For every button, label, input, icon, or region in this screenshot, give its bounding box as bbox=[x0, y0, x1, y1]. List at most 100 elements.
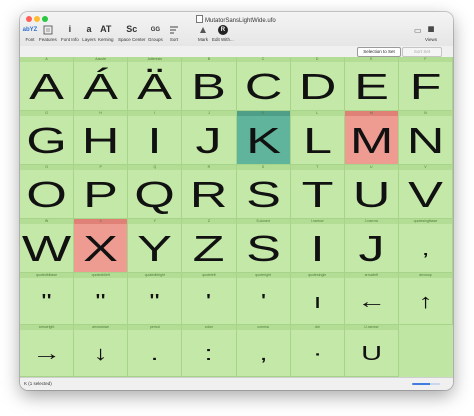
glyph-cell[interactable]: quoteright ' bbox=[236, 273, 291, 325]
font-icon: abYZ bbox=[22, 26, 38, 33]
glyph-name-label: I.narrow bbox=[310, 219, 324, 223]
glyph-cell[interactable]: comma, bbox=[236, 325, 291, 377]
glyph-cell[interactable]: arrowdown ↓ bbox=[74, 325, 129, 377]
glyph-cell[interactable]: arrowup ↑ bbox=[398, 273, 453, 325]
glyph-cell[interactable]: dot · bbox=[290, 325, 345, 377]
glyph-cell[interactable]: NN bbox=[398, 111, 453, 165]
glyph-cell[interactable]: U.narrow U bbox=[344, 325, 399, 377]
glyph-cell[interactable]: period. bbox=[128, 325, 183, 377]
toolbar-features[interactable]: Features bbox=[39, 23, 57, 42]
features-icon bbox=[41, 23, 55, 36]
glyph-preview: O bbox=[26, 173, 67, 215]
toolbar-label: Space Center bbox=[118, 37, 146, 42]
glyph-name-label: S.closed bbox=[256, 219, 270, 223]
glyph-cell[interactable]: MM bbox=[344, 111, 399, 165]
glyph-cell[interactable]: I.narrow I bbox=[290, 219, 345, 273]
glyph-cell[interactable]: S.closed S bbox=[236, 219, 291, 273]
glyph-preview: ' bbox=[260, 290, 266, 313]
glyph-name-label: R bbox=[207, 165, 211, 169]
zoom-button[interactable] bbox=[42, 16, 48, 22]
glyph-cell[interactable]: EE bbox=[344, 57, 399, 111]
glyph-cell[interactable]: AA bbox=[20, 57, 75, 111]
mark-icon bbox=[196, 23, 210, 36]
glyph-name-label: E bbox=[370, 57, 373, 61]
glyph-cell[interactable]: ZZ bbox=[182, 219, 237, 273]
glyph-cell[interactable]: JJ bbox=[182, 111, 237, 165]
glyph-cell[interactable]: WW bbox=[20, 219, 75, 273]
toolbar-label: Font bbox=[25, 37, 35, 42]
glyph-grid: A A Aacute Á Adieresis Ä B B C C D D E E F F G G H H I I J J K K L… bbox=[20, 57, 453, 377]
glyph-name-label: colon bbox=[204, 325, 214, 329]
glyph-preview: J bbox=[195, 119, 222, 161]
toolbar-kerning[interactable]: AT Kerning bbox=[98, 23, 114, 43]
glyph-name-label: D bbox=[315, 57, 319, 61]
glyph-name-label: quotesinglbase bbox=[413, 219, 438, 223]
glyph-cell[interactable]: quotedblbase " bbox=[20, 273, 75, 325]
glyph-cell[interactable]: VV bbox=[398, 165, 453, 219]
toolbar-font[interactable]: abYZ Font bbox=[22, 23, 38, 43]
toolbar-views[interactable]: ▦ Views bbox=[424, 23, 438, 42]
selection-to-set-button[interactable]: Selection to Set bbox=[357, 47, 401, 57]
glyph-cell[interactable]: TT bbox=[290, 165, 345, 219]
glyph-preview: ‚ bbox=[422, 237, 429, 260]
glyph-cell[interactable]: RR bbox=[182, 165, 237, 219]
zoom-slider[interactable] bbox=[412, 383, 440, 385]
glyph-cell[interactable]: DD bbox=[290, 57, 345, 111]
glyph-preview: Ä bbox=[137, 65, 173, 107]
glyph-cell[interactable]: quotedblleft " bbox=[74, 273, 129, 325]
toolbar-edit-with[interactable]: R Edit With... bbox=[212, 23, 234, 42]
glyph-preview: J bbox=[358, 227, 385, 269]
glyph-name-label: arrowleft bbox=[364, 273, 379, 277]
glyph-cell[interactable]: J.narrow J bbox=[344, 219, 399, 273]
space-center-icon: Sc bbox=[126, 24, 138, 34]
glyph-cell[interactable]: quotedblright " bbox=[128, 273, 183, 325]
glyph-cell[interactable]: quotesinglbase ‚ bbox=[398, 219, 453, 273]
glyph-cell[interactable]: UU bbox=[344, 165, 399, 219]
glyph-preview: U bbox=[352, 173, 391, 215]
glyph-cell[interactable]: QQ bbox=[128, 165, 183, 219]
glyph-cell[interactable]: arrowleft ← bbox=[344, 273, 399, 325]
glyph-preview: , bbox=[259, 342, 268, 365]
glyph-cell[interactable]: KK bbox=[236, 111, 291, 165]
toolbar-font-info[interactable]: i Font Info bbox=[61, 23, 79, 43]
glyph-preview: : bbox=[204, 342, 213, 365]
glyph-name-label: P bbox=[99, 165, 102, 169]
font-window: MutatorSansLightWide.ufo abYZ Font Featu… bbox=[20, 12, 453, 390]
sidebar-toggle-icon[interactable]: ▭ bbox=[414, 26, 422, 35]
toolbar-mark[interactable]: Mark bbox=[196, 23, 210, 42]
glyph-preview: I bbox=[147, 119, 163, 161]
toolbar-label: Sort bbox=[169, 37, 179, 42]
glyph-cell[interactable]: YY bbox=[128, 219, 183, 273]
glyph-preview: B bbox=[191, 65, 227, 107]
glyph-cell[interactable]: Adieresis Ä bbox=[128, 57, 183, 111]
glyph-cell[interactable]: FF bbox=[398, 57, 453, 111]
glyph-name-label: O bbox=[45, 165, 48, 169]
toolbar-layers[interactable]: a Layers bbox=[82, 23, 96, 43]
minimize-button[interactable] bbox=[34, 16, 40, 22]
glyph-cell[interactable]: II bbox=[128, 111, 183, 165]
glyph-name-label: U bbox=[370, 165, 373, 169]
glyph-cell[interactable]: arrowright → bbox=[20, 325, 75, 377]
glyph-cell[interactable]: PP bbox=[74, 165, 129, 219]
toolbar-sort[interactable]: Sort bbox=[167, 23, 181, 42]
toolbar-groups[interactable]: GG Groups bbox=[148, 23, 163, 43]
glyph-preview: F bbox=[409, 65, 442, 107]
glyph-cell[interactable]: quotesingle ı bbox=[290, 273, 345, 325]
sort-set-button[interactable]: Sort Set bbox=[402, 47, 442, 57]
glyph-cell[interactable]: colon: bbox=[182, 325, 237, 377]
close-button[interactable] bbox=[26, 16, 32, 22]
glyph-cell[interactable]: quoteleft ' bbox=[182, 273, 237, 325]
glyph-cell[interactable]: CC bbox=[236, 57, 291, 111]
glyph-cell[interactable]: BB bbox=[182, 57, 237, 111]
glyph-cell[interactable]: SS bbox=[236, 165, 291, 219]
glyph-name-label: T bbox=[316, 165, 319, 169]
glyph-cell[interactable]: OO bbox=[20, 165, 75, 219]
glyph-cell[interactable]: LL bbox=[290, 111, 345, 165]
glyph-name-label: B bbox=[207, 57, 211, 61]
glyph-cell[interactable]: XX bbox=[74, 219, 129, 273]
toolbar-space-center[interactable]: Sc Space Center bbox=[118, 23, 146, 43]
glyph-cell[interactable]: HH bbox=[74, 111, 129, 165]
glyph-name-label: period bbox=[149, 325, 160, 329]
glyph-cell[interactable]: Aacute Á bbox=[74, 57, 129, 111]
glyph-cell[interactable]: GG bbox=[20, 111, 75, 165]
